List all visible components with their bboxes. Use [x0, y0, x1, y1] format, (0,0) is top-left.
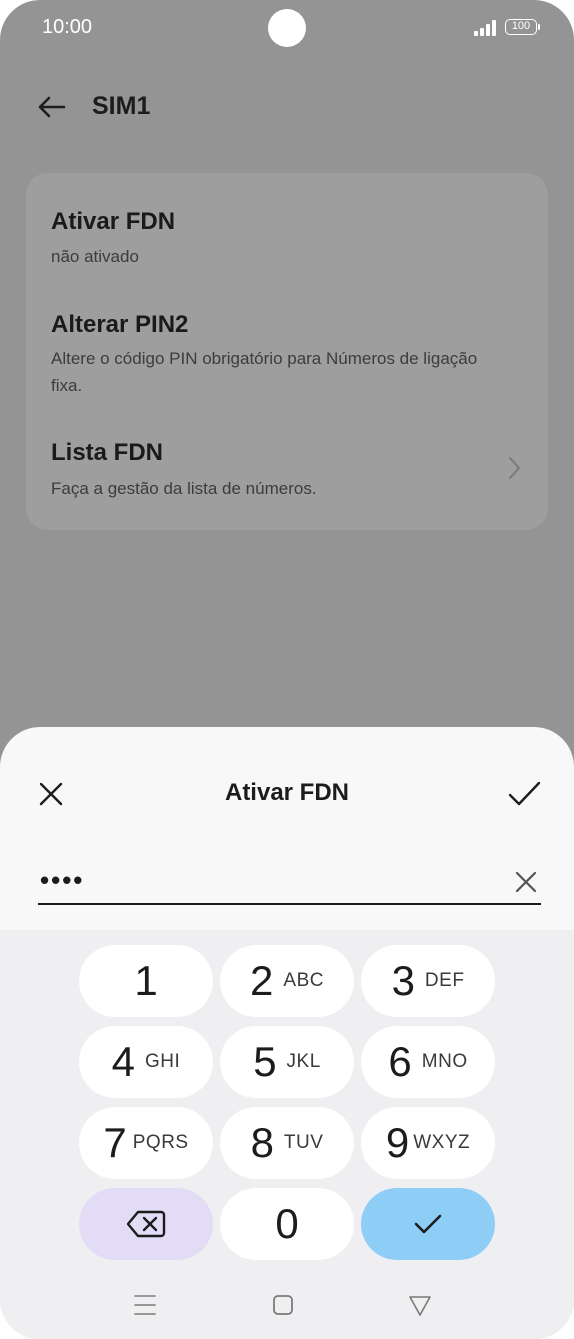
check-icon: [414, 1214, 442, 1234]
key-3[interactable]: 3 DEF: [361, 945, 495, 1017]
key-2[interactable]: 2 ABC: [220, 945, 354, 1017]
key-6[interactable]: 6 MNO: [361, 1026, 495, 1098]
settings-card: Ativar FDN não ativado Alterar PIN2 Alte…: [26, 173, 548, 530]
key-8[interactable]: 8 TUV: [220, 1107, 354, 1179]
dialog-title: Ativar FDN: [224, 779, 350, 806]
numeric-keypad: 1 2 ABC 3 DEF 4 GHI 5 JKL 6 MNO 7 PQRS 8…: [0, 930, 574, 1339]
key-9[interactable]: 9 WXYZ: [361, 1107, 495, 1179]
check-icon[interactable]: [506, 777, 542, 811]
backspace-icon: [126, 1210, 166, 1238]
pin-input[interactable]: ••••: [38, 865, 541, 905]
battery-icon: 100: [505, 19, 540, 35]
home-icon[interactable]: [268, 1290, 298, 1320]
pin-value: ••••: [40, 865, 85, 895]
clear-icon[interactable]: [513, 869, 539, 895]
setting-subtitle: não ativado: [51, 247, 139, 266]
backspace-key[interactable]: [79, 1188, 213, 1260]
status-bar: 10:00 100: [0, 0, 574, 56]
pin-dialog: Ativar FDN •••• 1 2 ABC 3 DEF 4 GHI 5 JK…: [0, 727, 574, 1339]
chevron-right-icon: [509, 457, 520, 479]
key-1[interactable]: 1: [79, 945, 213, 1017]
menu-icon[interactable]: [130, 1290, 160, 1320]
key-0[interactable]: 0: [220, 1188, 354, 1260]
phone-screen: 10:00 100 SIM1 Ativar FDN não ativado Al…: [0, 0, 574, 1339]
key-7[interactable]: 7 PQRS: [79, 1107, 213, 1179]
setting-title: Alterar PIN2: [51, 311, 189, 338]
page-title: SIM1: [92, 92, 151, 120]
camera-cutout: [268, 9, 306, 47]
status-time: 10:00: [42, 16, 93, 38]
back-triangle-icon[interactable]: [405, 1290, 435, 1320]
setting-subtitle: Altere o código PIN obrigatório para Núm…: [51, 349, 478, 395]
done-key[interactable]: [361, 1188, 495, 1260]
signal-icon: [474, 20, 496, 36]
key-4[interactable]: 4 GHI: [79, 1026, 213, 1098]
arrow-left-icon[interactable]: [34, 90, 70, 126]
setting-subtitle: Faça a gestão da lista de números.: [51, 479, 317, 498]
setting-title: Lista FDN: [51, 439, 164, 466]
key-5[interactable]: 5 JKL: [220, 1026, 354, 1098]
setting-title: Ativar FDN: [51, 208, 176, 235]
